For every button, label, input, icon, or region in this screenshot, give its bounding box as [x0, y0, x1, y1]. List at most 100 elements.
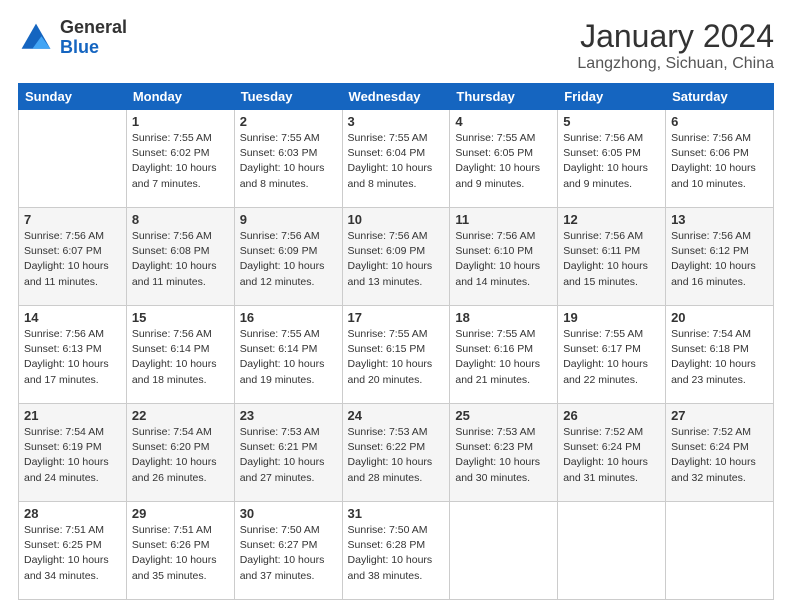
day-number: 8 [132, 212, 229, 227]
calendar-cell: 4Sunrise: 7:55 AM Sunset: 6:05 PM Daylig… [450, 110, 558, 208]
day-number: 24 [348, 408, 445, 423]
calendar-cell [666, 502, 774, 600]
day-number: 11 [455, 212, 552, 227]
weekday-sunday: Sunday [19, 84, 127, 110]
day-number: 16 [240, 310, 337, 325]
day-number: 17 [348, 310, 445, 325]
calendar-cell: 12Sunrise: 7:56 AM Sunset: 6:11 PM Dayli… [558, 208, 666, 306]
day-number: 18 [455, 310, 552, 325]
day-number: 23 [240, 408, 337, 423]
calendar-cell: 21Sunrise: 7:54 AM Sunset: 6:19 PM Dayli… [19, 404, 127, 502]
weekday-friday: Friday [558, 84, 666, 110]
week-row-2: 14Sunrise: 7:56 AM Sunset: 6:13 PM Dayli… [19, 306, 774, 404]
day-info: Sunrise: 7:51 AM Sunset: 6:26 PM Dayligh… [132, 523, 229, 584]
day-number: 13 [671, 212, 768, 227]
day-info: Sunrise: 7:55 AM Sunset: 6:14 PM Dayligh… [240, 327, 337, 388]
day-info: Sunrise: 7:56 AM Sunset: 6:13 PM Dayligh… [24, 327, 121, 388]
week-row-0: 1 Sunrise: 7:55 AM Sunset: 6:02 PM Daylig… [19, 110, 774, 208]
day-number: 9 [240, 212, 337, 227]
calendar-cell: 23 Sunrise: 7:53 AM Sunset: 6:21 PM Dayli… [234, 404, 342, 502]
calendar-cell: 17 Sunrise: 7:55 AM Sunset: 6:15 PM Dayli… [342, 306, 450, 404]
day-info: Sunrise: 7:55 AM Sunset: 6:02 PM Dayligh… [132, 131, 229, 192]
day-info: Sunrise: 7:55 AM Sunset: 6:03 PM Dayligh… [240, 131, 337, 192]
day-number: 22 [132, 408, 229, 423]
day-info: Sunrise: 7:56 AM Sunset: 6:14 PM Dayligh… [132, 327, 229, 388]
week-row-3: 21Sunrise: 7:54 AM Sunset: 6:19 PM Dayli… [19, 404, 774, 502]
day-info: Sunrise: 7:53 AM Sunset: 6:23 PM Dayligh… [455, 425, 552, 486]
weekday-monday: Monday [126, 84, 234, 110]
calendar-cell [19, 110, 127, 208]
day-info: Sunrise: 7:56 AM Sunset: 6:08 PM Dayligh… [132, 229, 229, 290]
week-row-4: 28 Sunrise: 7:51 AM Sunset: 6:25 PM Dayli… [19, 502, 774, 600]
calendar-cell: 29 Sunrise: 7:51 AM Sunset: 6:26 PM Dayli… [126, 502, 234, 600]
day-number: 5 [563, 114, 660, 129]
day-number: 10 [348, 212, 445, 227]
logo-text: General Blue [60, 18, 127, 58]
month-title: January 2024 [577, 18, 774, 55]
calendar-cell: 2 Sunrise: 7:55 AM Sunset: 6:03 PM Daylig… [234, 110, 342, 208]
day-number: 3 [348, 114, 445, 129]
calendar-cell [558, 502, 666, 600]
day-number: 6 [671, 114, 768, 129]
day-info: Sunrise: 7:54 AM Sunset: 6:19 PM Dayligh… [24, 425, 121, 486]
calendar-cell: 20 Sunrise: 7:54 AM Sunset: 6:18 PM Dayli… [666, 306, 774, 404]
calendar-cell: 6 Sunrise: 7:56 AM Sunset: 6:06 PM Daylig… [666, 110, 774, 208]
day-number: 2 [240, 114, 337, 129]
day-number: 25 [455, 408, 552, 423]
day-number: 27 [671, 408, 768, 423]
day-number: 29 [132, 506, 229, 521]
page: General Blue January 2024 Langzhong, Sic… [0, 0, 792, 612]
calendar-cell: 1 Sunrise: 7:55 AM Sunset: 6:02 PM Daylig… [126, 110, 234, 208]
day-info: Sunrise: 7:53 AM Sunset: 6:22 PM Dayligh… [348, 425, 445, 486]
calendar-cell: 13 Sunrise: 7:56 AM Sunset: 6:12 PM Dayli… [666, 208, 774, 306]
calendar-cell: 8 Sunrise: 7:56 AM Sunset: 6:08 PM Daylig… [126, 208, 234, 306]
calendar-cell: 9 Sunrise: 7:56 AM Sunset: 6:09 PM Daylig… [234, 208, 342, 306]
calendar-cell: 19 Sunrise: 7:55 AM Sunset: 6:17 PM Dayli… [558, 306, 666, 404]
weekday-header-row: SundayMondayTuesdayWednesdayThursdayFrid… [19, 84, 774, 110]
day-info: Sunrise: 7:55 AM Sunset: 6:17 PM Dayligh… [563, 327, 660, 388]
calendar-cell: 27Sunrise: 7:52 AM Sunset: 6:24 PM Dayli… [666, 404, 774, 502]
calendar-cell [450, 502, 558, 600]
day-number: 7 [24, 212, 121, 227]
calendar-cell: 11 Sunrise: 7:56 AM Sunset: 6:10 PM Dayli… [450, 208, 558, 306]
day-info: Sunrise: 7:55 AM Sunset: 6:16 PM Dayligh… [455, 327, 552, 388]
calendar-table: SundayMondayTuesdayWednesdayThursdayFrid… [18, 83, 774, 600]
weekday-thursday: Thursday [450, 84, 558, 110]
weekday-wednesday: Wednesday [342, 84, 450, 110]
day-number: 30 [240, 506, 337, 521]
weekday-tuesday: Tuesday [234, 84, 342, 110]
day-info: Sunrise: 7:54 AM Sunset: 6:20 PM Dayligh… [132, 425, 229, 486]
calendar-cell: 5 Sunrise: 7:56 AM Sunset: 6:05 PM Daylig… [558, 110, 666, 208]
day-number: 26 [563, 408, 660, 423]
day-number: 19 [563, 310, 660, 325]
day-info: Sunrise: 7:56 AM Sunset: 6:05 PM Dayligh… [563, 131, 660, 192]
calendar-cell: 10 Sunrise: 7:56 AM Sunset: 6:09 PM Dayli… [342, 208, 450, 306]
calendar-cell: 25 Sunrise: 7:53 AM Sunset: 6:23 PM Dayli… [450, 404, 558, 502]
day-number: 31 [348, 506, 445, 521]
weekday-saturday: Saturday [666, 84, 774, 110]
day-number: 1 [132, 114, 229, 129]
logo-icon [18, 20, 54, 56]
day-info: Sunrise: 7:51 AM Sunset: 6:25 PM Dayligh… [24, 523, 121, 584]
title-block: January 2024 Langzhong, Sichuan, China [577, 18, 774, 73]
day-info: Sunrise: 7:56 AM Sunset: 6:12 PM Dayligh… [671, 229, 768, 290]
day-info: Sunrise: 7:56 AM Sunset: 6:09 PM Dayligh… [348, 229, 445, 290]
calendar-cell: 22 Sunrise: 7:54 AM Sunset: 6:20 PM Dayli… [126, 404, 234, 502]
calendar-cell: 3 Sunrise: 7:55 AM Sunset: 6:04 PM Daylig… [342, 110, 450, 208]
day-info: Sunrise: 7:53 AM Sunset: 6:21 PM Dayligh… [240, 425, 337, 486]
header: General Blue January 2024 Langzhong, Sic… [18, 18, 774, 73]
day-info: Sunrise: 7:50 AM Sunset: 6:28 PM Dayligh… [348, 523, 445, 584]
day-number: 15 [132, 310, 229, 325]
calendar-cell: 14Sunrise: 7:56 AM Sunset: 6:13 PM Dayli… [19, 306, 127, 404]
day-info: Sunrise: 7:56 AM Sunset: 6:10 PM Dayligh… [455, 229, 552, 290]
day-info: Sunrise: 7:54 AM Sunset: 6:18 PM Dayligh… [671, 327, 768, 388]
day-info: Sunrise: 7:56 AM Sunset: 6:09 PM Dayligh… [240, 229, 337, 290]
day-number: 20 [671, 310, 768, 325]
day-info: Sunrise: 7:56 AM Sunset: 6:11 PM Dayligh… [563, 229, 660, 290]
day-info: Sunrise: 7:56 AM Sunset: 6:06 PM Dayligh… [671, 131, 768, 192]
day-info: Sunrise: 7:55 AM Sunset: 6:15 PM Dayligh… [348, 327, 445, 388]
day-number: 28 [24, 506, 121, 521]
day-info: Sunrise: 7:55 AM Sunset: 6:04 PM Dayligh… [348, 131, 445, 192]
location: Langzhong, Sichuan, China [577, 55, 774, 73]
week-row-1: 7Sunrise: 7:56 AM Sunset: 6:07 PM Daylig… [19, 208, 774, 306]
